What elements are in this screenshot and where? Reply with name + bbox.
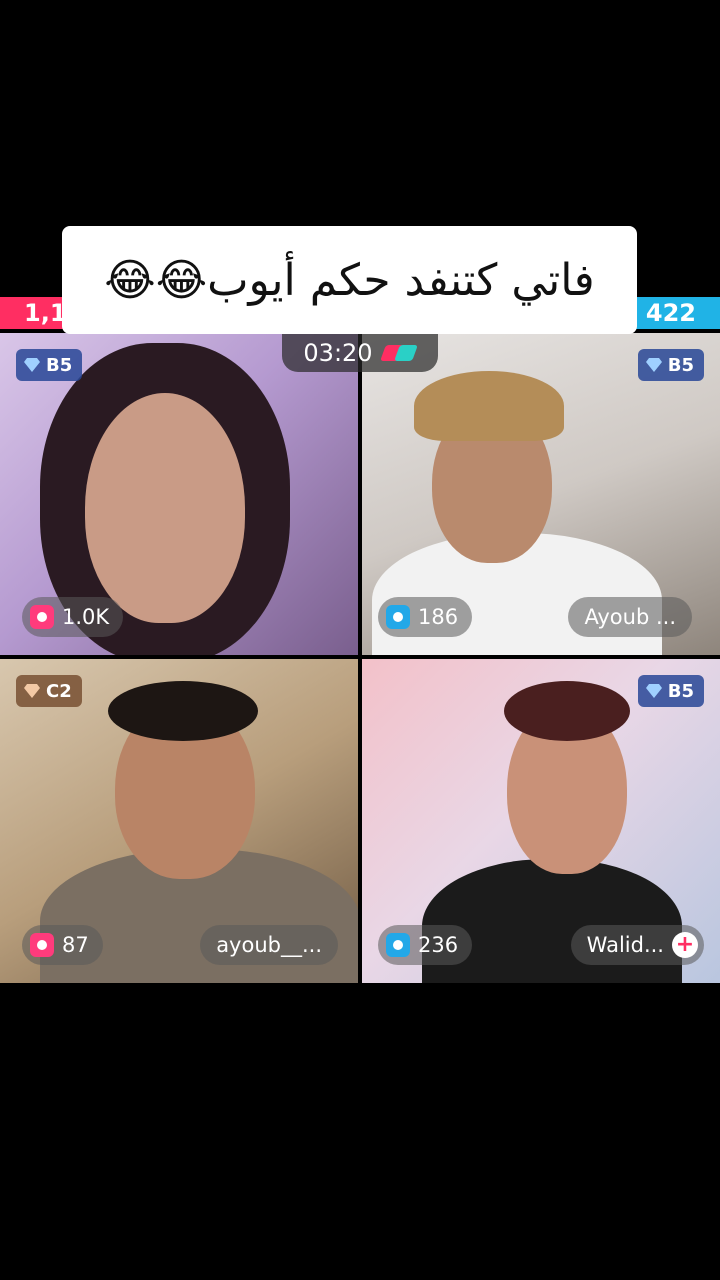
battle-timer: 03:20 [282, 334, 438, 372]
guest-name-label: Ayoub ... [584, 605, 676, 629]
score-right-value: 422 [645, 299, 696, 327]
guest-name-label: ayoub__... [216, 933, 322, 957]
clock-icon [386, 605, 410, 629]
tier-label: C2 [46, 680, 72, 702]
plus-icon[interactable]: + [672, 932, 698, 958]
tier-badge: B5 [637, 349, 704, 381]
guest-name[interactable]: ayoub__... [200, 925, 338, 965]
guest-tile-3[interactable]: C2 87 ayoub__... [0, 659, 358, 983]
guest-name-label: Walid... [586, 933, 664, 957]
hearts-value: 186 [418, 605, 459, 629]
diamond-icon [645, 684, 662, 698]
clock-icon [30, 605, 54, 629]
live-grid: B5 1.0K B5 186 Ayoub ... C2 87 ayoub__..… [0, 333, 720, 983]
tier-label: B5 [667, 680, 694, 702]
clock-icon [30, 933, 54, 957]
tier-badge: B5 [16, 349, 83, 381]
caption-text: فاتي كتنفد حكم أيوب😂😂 [104, 254, 595, 306]
tier-label: B5 [46, 354, 73, 376]
hearts-value: 87 [62, 933, 89, 957]
caption-banner: فاتي كتنفد حكم أيوب😂😂 [62, 226, 637, 334]
tier-badge: C2 [16, 675, 82, 707]
tier-label: B5 [667, 354, 694, 376]
clock-icon [386, 933, 410, 957]
guest-tile-1[interactable]: B5 1.0K [0, 333, 358, 655]
timer-value: 03:20 [303, 339, 373, 367]
hearts-counter: 1.0K [22, 597, 124, 637]
hearts-value: 1.0K [62, 605, 110, 629]
guest-name[interactable]: Walid... + [570, 925, 704, 965]
hearts-counter: 236 [378, 925, 473, 965]
hearts-value: 236 [418, 933, 459, 957]
diamond-icon [645, 358, 662, 372]
hearts-counter: 186 [378, 597, 473, 637]
guest-face [85, 393, 245, 623]
diamond-icon [24, 684, 40, 698]
diamond-icon [24, 358, 40, 372]
hearts-counter: 87 [22, 925, 103, 965]
guest-tile-4[interactable]: B5 236 Walid... + [362, 659, 720, 983]
guest-hair [108, 681, 258, 741]
guest-tile-2[interactable]: B5 186 Ayoub ... [362, 333, 720, 655]
guest-hair [504, 681, 630, 741]
guest-name[interactable]: Ayoub ... [568, 597, 692, 637]
guest-cap [414, 371, 564, 441]
battle-icon [379, 343, 418, 363]
tier-badge: B5 [637, 675, 704, 707]
